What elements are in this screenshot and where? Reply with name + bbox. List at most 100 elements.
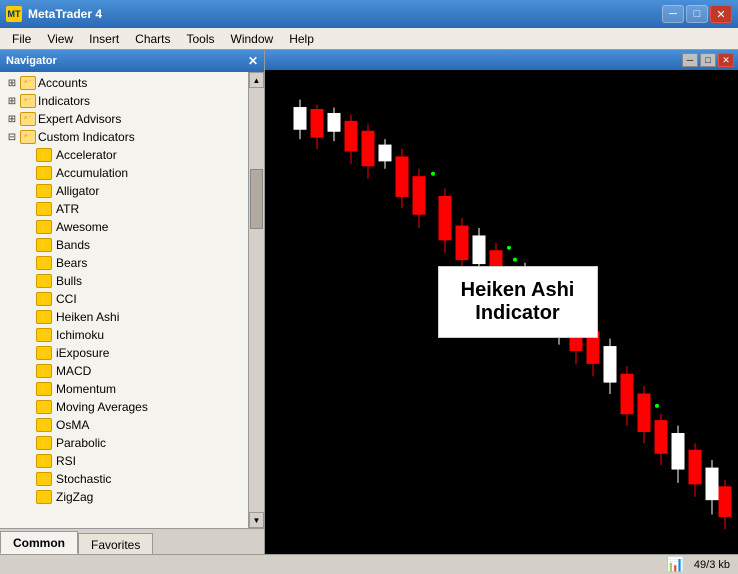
inner-close-button[interactable]: ✕	[718, 53, 734, 67]
indicators-folder-icon: 📁	[20, 94, 36, 108]
accumulation-label: Accumulation	[56, 166, 128, 180]
nav-tree[interactable]: ⊞ 📁 Accounts ⊞ 📁 Indicators ⊞ 📁 Expert A…	[0, 72, 248, 528]
nav-content: ⊞ 📁 Accounts ⊞ 📁 Indicators ⊞ 📁 Expert A…	[0, 72, 264, 528]
parabolic-label: Parabolic	[56, 436, 106, 450]
tree-item-moving-averages[interactable]: ⚡ Moving Averages	[0, 398, 248, 416]
tree-item-custom-indicators[interactable]: ⊟ 📁 Custom Indicators	[0, 128, 248, 146]
tab-common[interactable]: Common	[0, 531, 78, 554]
inner-title-buttons: ─ □ ✕	[682, 53, 734, 67]
tree-item-accelerator[interactable]: ⚡ Accelerator	[0, 146, 248, 164]
scroll-down-button[interactable]: ▼	[249, 512, 264, 528]
tree-item-parabolic[interactable]: ⚡ Parabolic	[0, 434, 248, 452]
tree-item-rsi[interactable]: ⚡ RSI	[0, 452, 248, 470]
menu-help[interactable]: Help	[281, 30, 322, 48]
accounts-label: Accounts	[38, 76, 87, 90]
tree-item-bands[interactable]: ⚡ Bands	[0, 236, 248, 254]
chart-area[interactable]: ─ □ ✕	[265, 50, 738, 554]
iexposure-icon: ⚡	[36, 346, 52, 360]
memory-status: 49/3 kb	[694, 559, 730, 571]
navigator-panel: Navigator ✕ ⊞ 📁 Accounts ⊞ 📁 Indicators	[0, 50, 265, 554]
expand-indicators-icon: ⊞	[4, 93, 20, 109]
inner-title-bar: ─ □ ✕	[265, 50, 738, 70]
bears-icon: ⚡	[36, 256, 52, 270]
navigator-header: Navigator ✕	[0, 50, 264, 72]
chart-bars-icon: 📊	[666, 556, 683, 573]
stochastic-icon: ⚡	[36, 472, 52, 486]
tree-item-osma[interactable]: ⚡ OsMA	[0, 416, 248, 434]
tree-item-macd[interactable]: ⚡ MACD	[0, 362, 248, 380]
inner-minimize-button[interactable]: ─	[682, 53, 698, 67]
moving-averages-label: Moving Averages	[56, 400, 148, 414]
status-bar: 📊 49/3 kb	[0, 554, 738, 574]
ci-folder-icon: 📁	[20, 130, 36, 144]
close-button[interactable]: ✕	[710, 5, 732, 23]
tree-item-cci[interactable]: ⚡ CCI	[0, 290, 248, 308]
navigator-close-button[interactable]: ✕	[248, 54, 258, 68]
momentum-icon: ⚡	[36, 382, 52, 396]
accounts-folder-icon: 📁	[20, 76, 36, 90]
app-icon: MT	[6, 6, 22, 22]
ichimoku-label: Ichimoku	[56, 328, 104, 342]
tree-item-indicators[interactable]: ⊞ 📁 Indicators	[0, 92, 248, 110]
custom-indicators-children: ⚡ Accelerator ⚡ Accumulation ⚡ Alligator…	[0, 146, 248, 506]
heiken-ashi-icon: ⚡	[36, 310, 52, 324]
bulls-label: Bulls	[56, 274, 82, 288]
minimize-button[interactable]: ─	[662, 5, 684, 23]
menu-charts[interactable]: Charts	[127, 30, 178, 48]
nav-scrollbar[interactable]: ▲ ▼	[248, 72, 264, 528]
menu-view[interactable]: View	[39, 30, 81, 48]
maximize-button[interactable]: □	[686, 5, 708, 23]
expand-ci-icon: ⊟	[4, 129, 20, 145]
awesome-icon: ⚡	[36, 220, 52, 234]
menu-insert[interactable]: Insert	[81, 30, 127, 48]
alligator-icon: ⚡	[36, 184, 52, 198]
navigator-title: Navigator	[6, 55, 57, 67]
chart-label-line2: Indicator	[459, 302, 577, 325]
expand-accounts-icon: ⊞	[4, 75, 20, 91]
chart-overlay-label: Heiken Ashi Indicator	[438, 266, 598, 338]
bands-label: Bands	[56, 238, 90, 252]
chart-indicator: 📊	[666, 556, 683, 573]
accelerator-icon: ⚡	[36, 148, 52, 162]
tree-item-alligator[interactable]: ⚡ Alligator	[0, 182, 248, 200]
heiken-ashi-label: Heiken Ashi	[56, 310, 119, 324]
menu-tools[interactable]: Tools	[179, 30, 223, 48]
parabolic-icon: ⚡	[36, 436, 52, 450]
tree-item-awesome[interactable]: ⚡ Awesome	[0, 218, 248, 236]
inner-maximize-button[interactable]: □	[700, 53, 716, 67]
tree-item-bulls[interactable]: ⚡ Bulls	[0, 272, 248, 290]
nav-tabs: Common Favorites	[0, 528, 264, 554]
menu-window[interactable]: Window	[223, 30, 282, 48]
atr-icon: ⚡	[36, 202, 52, 216]
custom-indicators-label: Custom Indicators	[38, 130, 135, 144]
osma-icon: ⚡	[36, 418, 52, 432]
tab-favorites[interactable]: Favorites	[78, 533, 153, 554]
alligator-label: Alligator	[56, 184, 99, 198]
ea-folder-icon: 📁	[20, 112, 36, 126]
atr-label: ATR	[56, 202, 79, 216]
osma-label: OsMA	[56, 418, 89, 432]
expand-ea-icon: ⊞	[4, 111, 20, 127]
zigzag-icon: ⚡	[36, 490, 52, 504]
menu-file[interactable]: File	[4, 30, 39, 48]
scroll-track[interactable]	[249, 88, 264, 512]
tree-item-bears[interactable]: ⚡ Bears	[0, 254, 248, 272]
menu-bar: File View Insert Charts Tools Window Hel…	[0, 28, 738, 50]
accumulation-icon: ⚡	[36, 166, 52, 180]
rsi-label: RSI	[56, 454, 76, 468]
tree-item-atr[interactable]: ⚡ ATR	[0, 200, 248, 218]
tree-item-accumulation[interactable]: ⚡ Accumulation	[0, 164, 248, 182]
tree-item-momentum[interactable]: ⚡ Momentum	[0, 380, 248, 398]
title-bar: MT MetaTrader 4 ─ □ ✕	[0, 0, 738, 28]
bands-icon: ⚡	[36, 238, 52, 252]
tree-item-accounts[interactable]: ⊞ 📁 Accounts	[0, 74, 248, 92]
accelerator-label: Accelerator	[56, 148, 117, 162]
tree-item-zigzag[interactable]: ⚡ ZigZag	[0, 488, 248, 506]
tree-item-ichimoku[interactable]: ⚡ Ichimoku	[0, 326, 248, 344]
tree-item-iexposure[interactable]: ⚡ iExposure	[0, 344, 248, 362]
tree-item-heiken-ashi[interactable]: ⚡ Heiken Ashi	[0, 308, 248, 326]
tree-item-stochastic[interactable]: ⚡ Stochastic	[0, 470, 248, 488]
tree-item-expert-advisors[interactable]: ⊞ 📁 Expert Advisors	[0, 110, 248, 128]
scroll-up-button[interactable]: ▲	[249, 72, 264, 88]
scroll-thumb[interactable]	[250, 169, 263, 229]
